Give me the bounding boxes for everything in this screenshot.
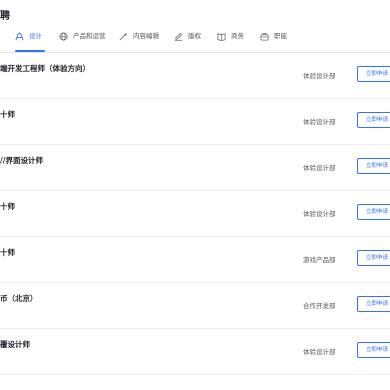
apply-button[interactable]: 立即申请 [357,112,390,128]
job-title[interactable]: //界面设计师 [0,155,43,166]
apply-button[interactable]: 立即申请 [357,342,390,358]
job-title[interactable]: 十师 [0,247,15,258]
job-title[interactable]: 十师 [0,109,15,120]
tab-label: 版权 [188,32,201,40]
tab-business[interactable]: 商务 [217,30,244,52]
job-department: 体验设计部 [303,348,336,356]
job-department: 游戏产品部 [303,256,336,264]
copyright-edit-icon [174,32,183,41]
category-tabs: 设计 产品和运营 内容编辑 版权 商务 职能 [0,30,390,52]
tab-product-ops[interactable]: 产品和运营 [59,30,106,52]
job-row[interactable]: 端开发工程师（体验方向） 体验设计部 立即申请 [0,53,390,99]
job-title[interactable]: 覆设计师 [0,339,30,350]
careers-page: 聘 设计 产品和运营 内容编辑 版权 商务 职能 端开发工程师（体验方向） 体验… [0,0,390,390]
job-title[interactable]: 十师 [0,201,15,212]
tab-design[interactable]: 设计 [15,30,42,52]
job-title[interactable]: 端开发工程师（体验方向） [0,63,90,74]
apply-button[interactable]: 立即申请 [357,296,390,312]
job-department: 合作开发部 [303,302,336,310]
apply-button[interactable]: 立即申请 [357,66,390,82]
apply-button[interactable]: 立即申请 [357,250,390,266]
design-pen-icon [15,32,24,41]
job-row[interactable]: 币（北京） 合作开发部 立即申请 [0,283,390,329]
function-briefcase-icon [260,32,269,41]
job-title[interactable]: 币（北京） [0,293,38,304]
tab-content-editing[interactable]: 内容编辑 [119,30,159,52]
job-row[interactable]: 十师 体验设计部 立即申请 [0,191,390,237]
job-department: 体验设计部 [303,72,336,80]
tab-copyright[interactable]: 版权 [174,30,201,52]
product-globe-icon [59,32,68,41]
job-department: 体验设计部 [303,210,336,218]
job-department: 体验设计部 [303,118,336,126]
job-row[interactable]: //界面设计师 体验设计部 立即申请 [0,145,390,191]
content-sparkle-icon [119,32,128,41]
tab-label: 商务 [231,32,244,40]
tab-label: 产品和运营 [73,32,106,40]
business-book-icon [217,33,226,41]
job-row[interactable]: 十师 游戏产品部 立即申请 [0,237,390,283]
tab-label: 设计 [29,32,42,40]
tab-functions[interactable]: 职能 [260,30,287,52]
page-title: 聘 [0,11,10,22]
tab-label: 职能 [274,32,287,40]
tab-label: 内容编辑 [133,32,159,40]
job-row[interactable]: 十师 体验设计部 立即申请 [0,99,390,145]
job-row[interactable]: 覆设计师 体验设计部 立即申请 [0,329,390,375]
apply-button[interactable]: 立即申请 [357,158,390,174]
apply-button[interactable]: 立即申请 [357,204,390,220]
job-department: 体验设计部 [303,164,336,172]
